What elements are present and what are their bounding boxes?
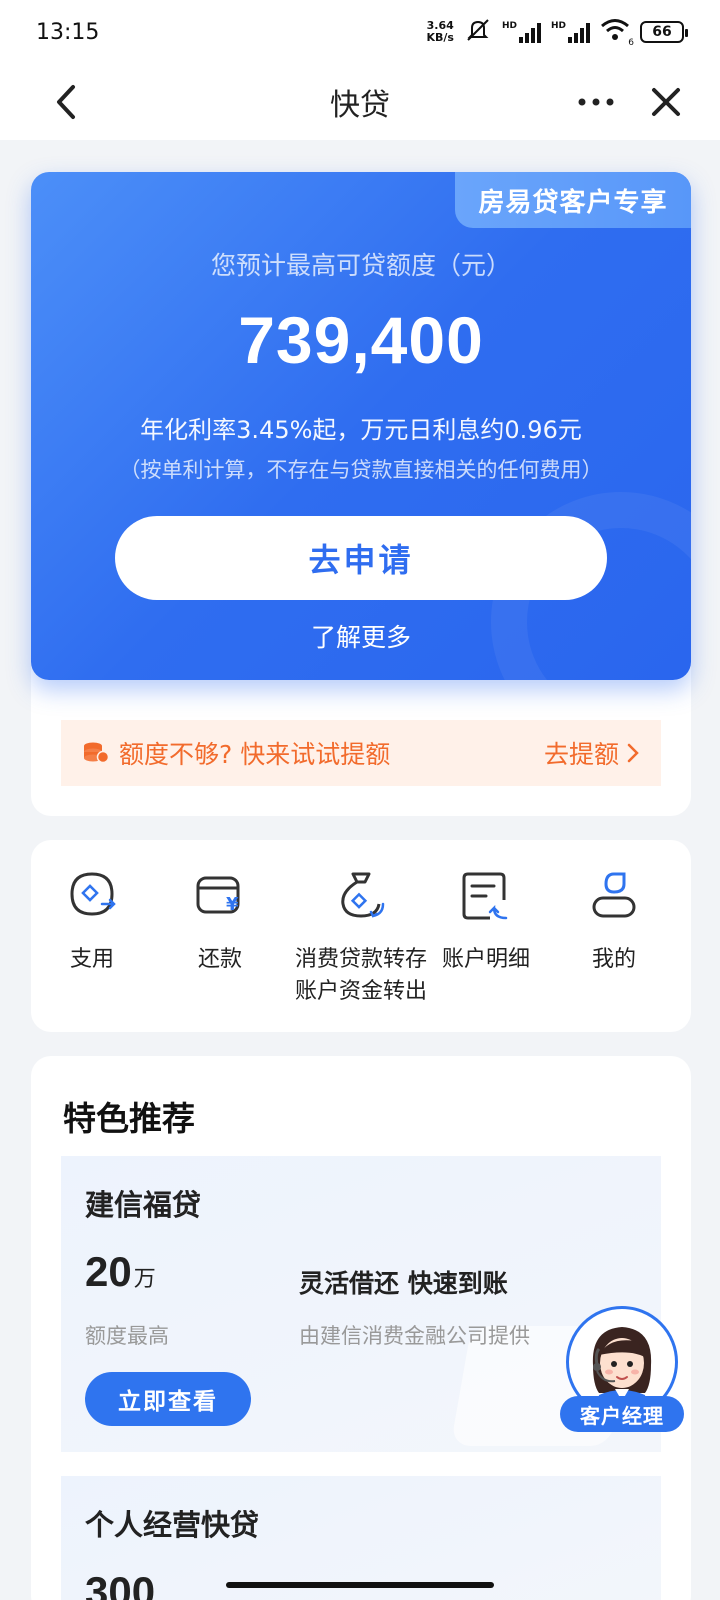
more-dots-icon: [578, 98, 614, 106]
product-max-amount: 20万: [85, 1248, 156, 1295]
credit-limit-card: 房易贷客户专享 您预计最高可贷额度（元） 739,400 年化利率3.45%起，…: [31, 172, 691, 680]
raise-limit-action[interactable]: 去提额: [544, 735, 639, 771]
net-speed: 3.64 KB/s: [426, 19, 454, 44]
wifi-icon: 6: [600, 18, 634, 48]
battery-icon: 66: [640, 21, 688, 43]
learn-more-link[interactable]: 了解更多: [31, 618, 691, 654]
credit-amount: 739,400: [238, 303, 484, 377]
status-bar: 13:15 3.64 KB/s HD HD 6 66: [0, 0, 720, 64]
fee-note: （按单利计算，不存在与贷款直接相关的任何费用）: [119, 458, 603, 482]
amount-label: 您预计最高可贷额度（元）: [210, 251, 511, 280]
profile-icon: [592, 872, 636, 918]
product-slogan: 灵活借还 快速到账: [299, 1269, 508, 1298]
quick-actions: 支用 ¥ 还款 消费贷款转存 账户资金转出 账户明细 我的: [31, 840, 691, 1032]
close-button[interactable]: [646, 82, 686, 122]
product-name: 个人经营快贷: [85, 1508, 260, 1542]
transfer-icon: [341, 872, 385, 918]
chevron-right-icon: [627, 743, 639, 763]
exclusive-badge: 房易贷客户专享: [455, 172, 691, 228]
agent-label: 客户经理: [560, 1396, 684, 1432]
apply-button[interactable]: 去申请: [115, 516, 607, 600]
coin-stack-icon: [84, 742, 109, 764]
signal-icon-2: HD: [551, 21, 590, 43]
product-name: 建信福贷: [85, 1188, 202, 1222]
status-icons: 3.64 KB/s HD HD 6 66: [426, 17, 688, 48]
statement-icon: [462, 872, 508, 920]
product-max-amount: 300: [85, 1568, 156, 1600]
repay-icon: ¥: [196, 876, 240, 915]
page-title: 快贷: [330, 88, 390, 123]
raise-limit-text: 额度不够? 快来试试提额: [119, 740, 391, 769]
raise-limit-banner[interactable]: 额度不够? 快来试试提额 去提额: [61, 720, 661, 786]
action-profile[interactable]: 我的: [539, 870, 689, 1020]
mute-icon: [464, 17, 492, 47]
view-now-button[interactable]: 立即查看: [85, 1372, 251, 1426]
home-indicator[interactable]: [226, 1582, 494, 1588]
status-time: 13:15: [36, 19, 100, 45]
nav-bar: 快贷: [0, 64, 720, 140]
chevron-left-icon: [57, 85, 75, 119]
svg-text:¥: ¥: [226, 894, 239, 915]
product-provider: 由建信消费金融公司提供: [299, 1324, 530, 1348]
withdraw-icon: [70, 872, 116, 916]
section-title: 特色推荐: [63, 1099, 195, 1138]
action-repay[interactable]: ¥ 还款: [145, 870, 295, 1020]
product-amount-label: 额度最高: [85, 1324, 169, 1348]
customer-manager-button[interactable]: 客户经理: [560, 1306, 684, 1432]
close-icon: [652, 88, 680, 116]
interest-rate-text: 年化利率3.45%起，万元日利息约0.96元: [140, 416, 582, 444]
back-button[interactable]: [46, 82, 86, 122]
more-button[interactable]: [576, 82, 616, 122]
signal-icon-1: HD: [502, 21, 541, 43]
